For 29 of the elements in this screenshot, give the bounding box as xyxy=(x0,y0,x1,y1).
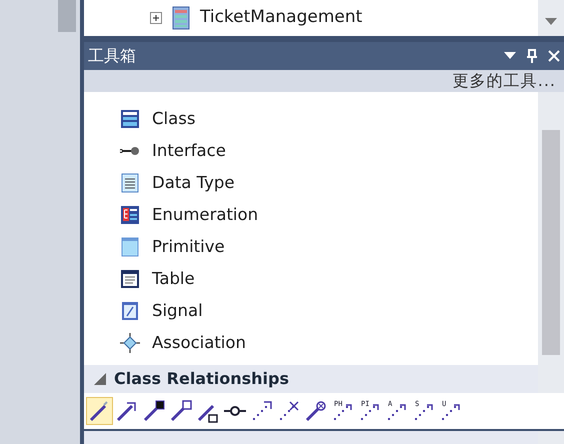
signal-icon xyxy=(120,301,140,321)
scroll-down-icon xyxy=(545,18,557,26)
plus-icon xyxy=(151,13,161,23)
toolbox-item[interactable]: Class xyxy=(152,106,196,132)
circle-line-icon xyxy=(304,399,328,423)
enumeration-icon xyxy=(120,205,140,225)
pin-icon xyxy=(526,49,538,63)
toolbox-item[interactable]: Association xyxy=(152,330,246,356)
panel-title: 工具箱 xyxy=(88,45,137,67)
toolbox-item[interactable]: Data Type xyxy=(152,170,235,196)
diamond-node-icon xyxy=(120,333,140,353)
document-icon xyxy=(120,173,140,193)
close-icon xyxy=(548,50,560,62)
toolbox-item[interactable]: Primitive xyxy=(152,234,225,260)
expand-toggle[interactable] xyxy=(150,12,162,24)
primitive-icon xyxy=(120,237,140,257)
toolbox-item[interactable]: Signal xyxy=(152,298,203,324)
toolbox-item[interactable]: Enumeration xyxy=(152,202,258,228)
table-icon xyxy=(120,269,140,289)
hollow-square-line-icon xyxy=(168,399,192,423)
tool-button[interactable] xyxy=(86,397,113,425)
toolbox-item[interactable]: Interface xyxy=(152,138,226,164)
class-icon xyxy=(120,109,140,129)
dropdown-icon xyxy=(504,52,516,60)
package-icon xyxy=(172,6,190,30)
filled-square-line-icon xyxy=(142,399,166,423)
toolbox-item[interactable]: Table xyxy=(152,266,195,292)
scrollbar-thumb[interactable] xyxy=(58,0,76,32)
scrollbar-thumb[interactable] xyxy=(542,130,560,355)
